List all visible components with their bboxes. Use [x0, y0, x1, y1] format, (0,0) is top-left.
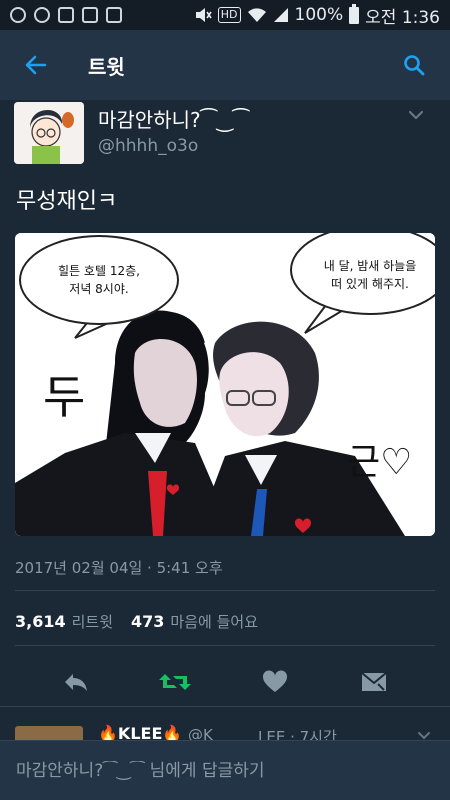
search-button[interactable] — [394, 45, 434, 85]
bubble-left-line1: 힐튼 호텔 12층, — [58, 264, 140, 278]
tweet-stats: 3,614 리트윗 473 마음에 들어요 — [15, 611, 258, 632]
system-status: HD 100% 오전 1:36 — [194, 3, 440, 28]
retweet-icon — [159, 674, 192, 690]
reply-input[interactable] — [16, 760, 434, 781]
bubble-right-line1: 내 달, 밤새 하늘을 — [323, 259, 417, 273]
like-count[interactable]: 473 — [131, 612, 164, 631]
clock: 오전 1:36 — [365, 7, 440, 28]
check-icon — [106, 7, 122, 23]
mute-icon — [195, 8, 212, 22]
retweet-button[interactable] — [155, 662, 195, 702]
status-bar: HD 100% 오전 1:36 — [0, 0, 450, 30]
back-button[interactable] — [16, 45, 56, 85]
arrow-left-icon — [25, 55, 47, 75]
retweet-label[interactable]: 리트윗 — [72, 611, 113, 632]
bubble-right-line2: 떠 있게 해주지. — [331, 277, 409, 291]
reply-button[interactable] — [56, 662, 96, 702]
envelope-icon — [361, 672, 387, 691]
sfx-left: 두 — [43, 370, 86, 424]
author-handle[interactable]: @hhhh_o3o — [98, 136, 198, 156]
tweet-text: 무성재인ㅋ — [16, 189, 118, 214]
battery-percent: 100% — [294, 5, 344, 25]
hd-badge: HD — [217, 7, 241, 23]
app-bar: 트윗 — [0, 30, 450, 100]
wifi-icon — [247, 8, 266, 22]
chevron-down-icon — [408, 110, 424, 120]
sfx-right: 근♡ — [347, 442, 413, 483]
search-icon — [404, 55, 425, 76]
retweet-count[interactable]: 3,614 — [15, 612, 66, 631]
like-label[interactable]: 마음에 들어요 — [170, 611, 258, 632]
battery-icon — [349, 3, 360, 24]
author-name[interactable]: 마감안하니?⁀‿⁀ — [98, 104, 249, 133]
divider — [15, 645, 435, 646]
heart-icon — [262, 670, 287, 692]
author-avatar[interactable] — [14, 102, 84, 164]
g-app-icon — [10, 7, 26, 23]
divider — [15, 590, 435, 591]
speech-bubble-left: 힐튼 호텔 12층, 저녁 8시야. — [19, 235, 179, 325]
tweet-menu-button[interactable] — [404, 106, 428, 126]
tweet-image[interactable]: 힐튼 호텔 12층, 저녁 8시야. 내 달, 밤새 하늘을 떠 있게 해주지.… — [15, 233, 435, 536]
author-row: 마감안하니?⁀‿⁀ @hhhh_o3o — [0, 100, 450, 170]
reply-compose-bar — [0, 740, 450, 800]
store-icon — [82, 7, 98, 23]
tweet-actions — [0, 657, 450, 707]
gallery-icon — [58, 7, 74, 23]
o-app-icon — [34, 7, 50, 23]
avatar-illustration — [14, 102, 84, 164]
like-button[interactable] — [255, 662, 295, 702]
direct-message-button[interactable] — [354, 662, 394, 702]
tweet-detail: 마감안하니?⁀‿⁀ @hhhh_o3o 무성재인ㅋ 힐튼 호텔 12층, 저녁 … — [0, 100, 450, 692]
signal-icon — [273, 8, 288, 22]
divider — [0, 706, 450, 707]
notification-icons — [10, 7, 122, 23]
page-title: 트윗 — [88, 54, 125, 79]
bubble-left-line2: 저녁 8시야. — [69, 282, 129, 296]
reply-icon — [64, 674, 87, 691]
tweet-timestamp: 2017년 02월 04일 · 5:41 오후 — [15, 559, 223, 577]
